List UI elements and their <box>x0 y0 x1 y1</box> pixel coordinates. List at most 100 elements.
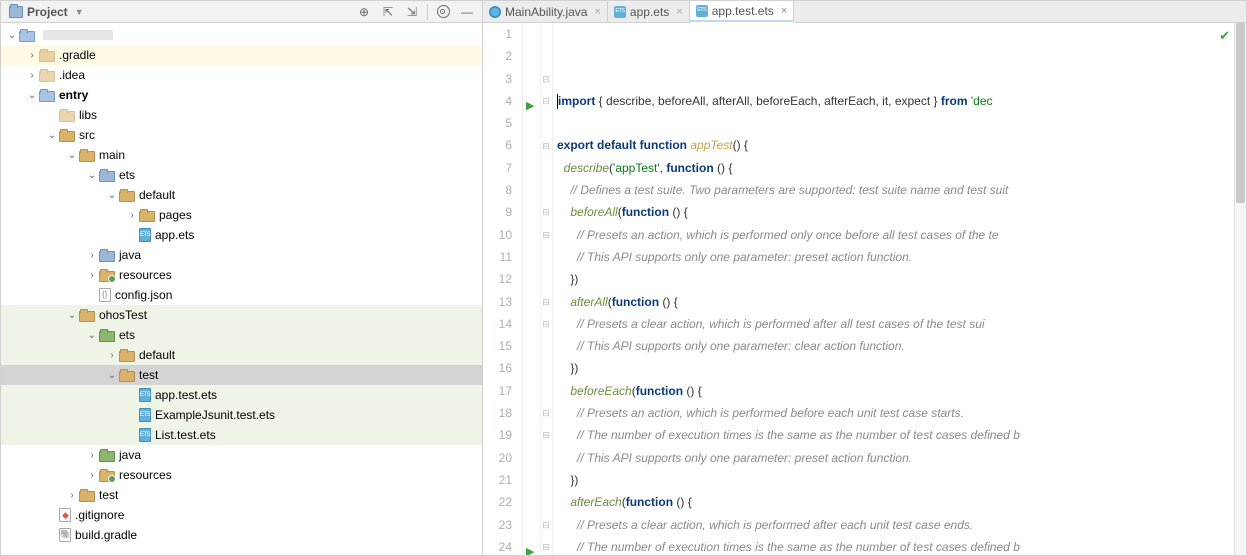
tree-row-src[interactable]: ⌄src <box>1 125 482 145</box>
code-line[interactable]: // The number of execution times is the … <box>557 536 1234 555</box>
run-icon[interactable]: ▶ <box>526 541 534 555</box>
expand-all-button[interactable]: ⇱ <box>377 2 399 22</box>
scrollbar-thumb[interactable] <box>1236 23 1245 203</box>
code-line[interactable]: // Defines a test suite. Two parameters … <box>557 179 1234 201</box>
chevron-right-icon[interactable]: › <box>85 250 99 261</box>
tree-row-java[interactable]: ›java <box>1 245 482 265</box>
tree-row-default[interactable]: ⌄default <box>1 185 482 205</box>
chevron-down-icon[interactable]: ⌄ <box>5 30 19 41</box>
code-line[interactable]: // This API supports only one parameter:… <box>557 246 1234 268</box>
fold-gutter[interactable]: ⊟ ⊟ ⊟ ⊟ ⊟ ⊟ ⊟ ⊟ ⊟ ⊟ ⊟ <box>541 23 553 555</box>
code-line[interactable]: // The number of execution times is the … <box>557 424 1234 446</box>
code-line[interactable]: // Presets an action, which is performed… <box>557 224 1234 246</box>
tab-app-ets[interactable]: app.ets × <box>608 1 690 22</box>
collapse-all-button[interactable]: ⇲ <box>401 2 423 22</box>
tree-row-ohostest[interactable]: ⌄ohosTest <box>1 305 482 325</box>
tree-row-main[interactable]: ⌄main <box>1 145 482 165</box>
tree-row-pages[interactable]: ›pages <box>1 205 482 225</box>
tree-row-app-test-ets[interactable]: ›app.test.ets <box>1 385 482 405</box>
fold-icon[interactable]: ⊟ <box>541 520 551 530</box>
code-editor[interactable]: 123456789101112131415161718192021222324 … <box>483 23 1246 555</box>
tree-row-gradle[interactable]: ›.gradle <box>1 45 482 65</box>
hide-panel-button[interactable]: — <box>456 2 478 22</box>
fold-icon[interactable]: ⊟ <box>541 319 551 329</box>
chevron-right-icon[interactable]: › <box>125 210 139 221</box>
fold-icon[interactable]: ⊟ <box>541 141 551 151</box>
code-line[interactable]: // Presets a clear action, which is perf… <box>557 514 1234 536</box>
tree-row-ohostest-default[interactable]: ›default <box>1 345 482 365</box>
chevron-right-icon[interactable]: › <box>65 490 79 501</box>
fold-icon[interactable]: ⊟ <box>541 207 551 217</box>
settings-button[interactable] <box>432 2 454 22</box>
tree-row-ets[interactable]: ⌄ets <box>1 165 482 185</box>
tree-row-ohostest-ets[interactable]: ⌄ets <box>1 325 482 345</box>
gitignore-file-icon <box>59 508 71 522</box>
code-line[interactable]: }) <box>557 357 1234 379</box>
chevron-right-icon[interactable]: › <box>85 270 99 281</box>
tree-row-entry[interactable]: ⌄entry <box>1 85 482 105</box>
tree-row-idea[interactable]: ›.idea <box>1 65 482 85</box>
tree-row-app-ets[interactable]: ›app.ets <box>1 225 482 245</box>
chevron-right-icon[interactable]: › <box>25 50 39 61</box>
chevron-right-icon[interactable]: › <box>85 470 99 481</box>
tree-row-resources[interactable]: ›resources <box>1 265 482 285</box>
code-line[interactable]: // Presets an action, which is performed… <box>557 402 1234 424</box>
chevron-down-icon[interactable]: ⌄ <box>45 130 59 141</box>
tree-row-test2[interactable]: ›test <box>1 485 482 505</box>
code-line[interactable]: }) <box>557 268 1234 290</box>
code-line[interactable]: afterAll(function () { <box>557 291 1234 313</box>
check-icon[interactable]: ✔ <box>1219 25 1230 47</box>
chevron-down-icon[interactable]: ⌄ <box>105 370 119 381</box>
code-line[interactable]: describe('appTest', function () { <box>557 157 1234 179</box>
code-line[interactable]: import { describe, beforeAll, afterAll, … <box>557 90 1234 112</box>
code-line[interactable]: beforeAll(function () { <box>557 201 1234 223</box>
tree-row-example-jsunit[interactable]: ›ExampleJsunit.test.ets <box>1 405 482 425</box>
tree-row-libs[interactable]: ›libs <box>1 105 482 125</box>
chevron-down-icon[interactable]: ⌄ <box>85 170 99 181</box>
fold-icon[interactable]: ⊟ <box>541 74 551 84</box>
fold-icon[interactable]: ⊟ <box>541 430 551 440</box>
chevron-down-icon[interactable]: ⌄ <box>25 90 39 101</box>
locate-button[interactable]: ⊕ <box>353 2 375 22</box>
code-line[interactable]: }) <box>557 469 1234 491</box>
tree-row-root[interactable]: ⌄ <box>1 25 482 45</box>
tree-row-test-folder[interactable]: ⌄test <box>1 365 482 385</box>
code-line[interactable]: // This API supports only one parameter:… <box>557 447 1234 469</box>
run-icon[interactable]: ▶ <box>526 95 534 117</box>
tree-row-config[interactable]: ›config.json <box>1 285 482 305</box>
tree-row-build-gradle[interactable]: ›build.gradle <box>1 525 482 545</box>
code-line[interactable]: afterEach(function () { <box>557 491 1234 513</box>
run-gutter[interactable]: ▶▶ <box>523 23 541 555</box>
code-line[interactable]: // This API supports only one parameter:… <box>557 335 1234 357</box>
project-view-selector[interactable]: Project ▼ <box>9 5 353 19</box>
chevron-right-icon[interactable]: › <box>85 450 99 461</box>
close-icon[interactable]: × <box>594 6 600 18</box>
fold-icon[interactable]: ⊟ <box>541 96 551 106</box>
tree-row-gitignore[interactable]: ›.gitignore <box>1 505 482 525</box>
code-content[interactable]: ✔ import { describe, beforeAll, afterAll… <box>553 23 1234 555</box>
tab-app-test-ets[interactable]: app.test.ets × <box>690 1 794 23</box>
fold-icon[interactable]: ⊟ <box>541 408 551 418</box>
code-line[interactable]: beforeEach(function () { <box>557 380 1234 402</box>
chevron-down-icon[interactable]: ⌄ <box>65 150 79 161</box>
code-line[interactable]: // Presets a clear action, which is perf… <box>557 313 1234 335</box>
tree-row-ohostest-resources[interactable]: ›resources <box>1 465 482 485</box>
code-line[interactable] <box>557 112 1234 134</box>
chevron-down-icon[interactable]: ⌄ <box>65 310 79 321</box>
tree-row-ohostest-java[interactable]: ›java <box>1 445 482 465</box>
vertical-scrollbar[interactable] <box>1234 23 1246 555</box>
fold-icon[interactable]: ⊟ <box>541 542 551 552</box>
chevron-down-icon[interactable]: ⌄ <box>85 330 99 341</box>
tree-row-list-test[interactable]: ›List.test.ets <box>1 425 482 445</box>
project-tree[interactable]: ⌄ ›.gradle ›.idea ⌄entry ›libs ⌄src ⌄mai… <box>1 23 482 555</box>
close-icon[interactable]: × <box>676 6 682 18</box>
tab-main-ability[interactable]: MainAbility.java × <box>483 1 608 22</box>
code-line[interactable]: export default function appTest() { <box>557 134 1234 156</box>
chevron-right-icon[interactable]: › <box>25 70 39 81</box>
chevron-right-icon[interactable]: › <box>105 350 119 361</box>
chevron-down-icon[interactable]: ⌄ <box>105 190 119 201</box>
tree-label: libs <box>79 108 97 122</box>
close-icon[interactable]: × <box>781 5 787 17</box>
fold-icon[interactable]: ⊟ <box>541 297 551 307</box>
fold-icon[interactable]: ⊟ <box>541 230 551 240</box>
